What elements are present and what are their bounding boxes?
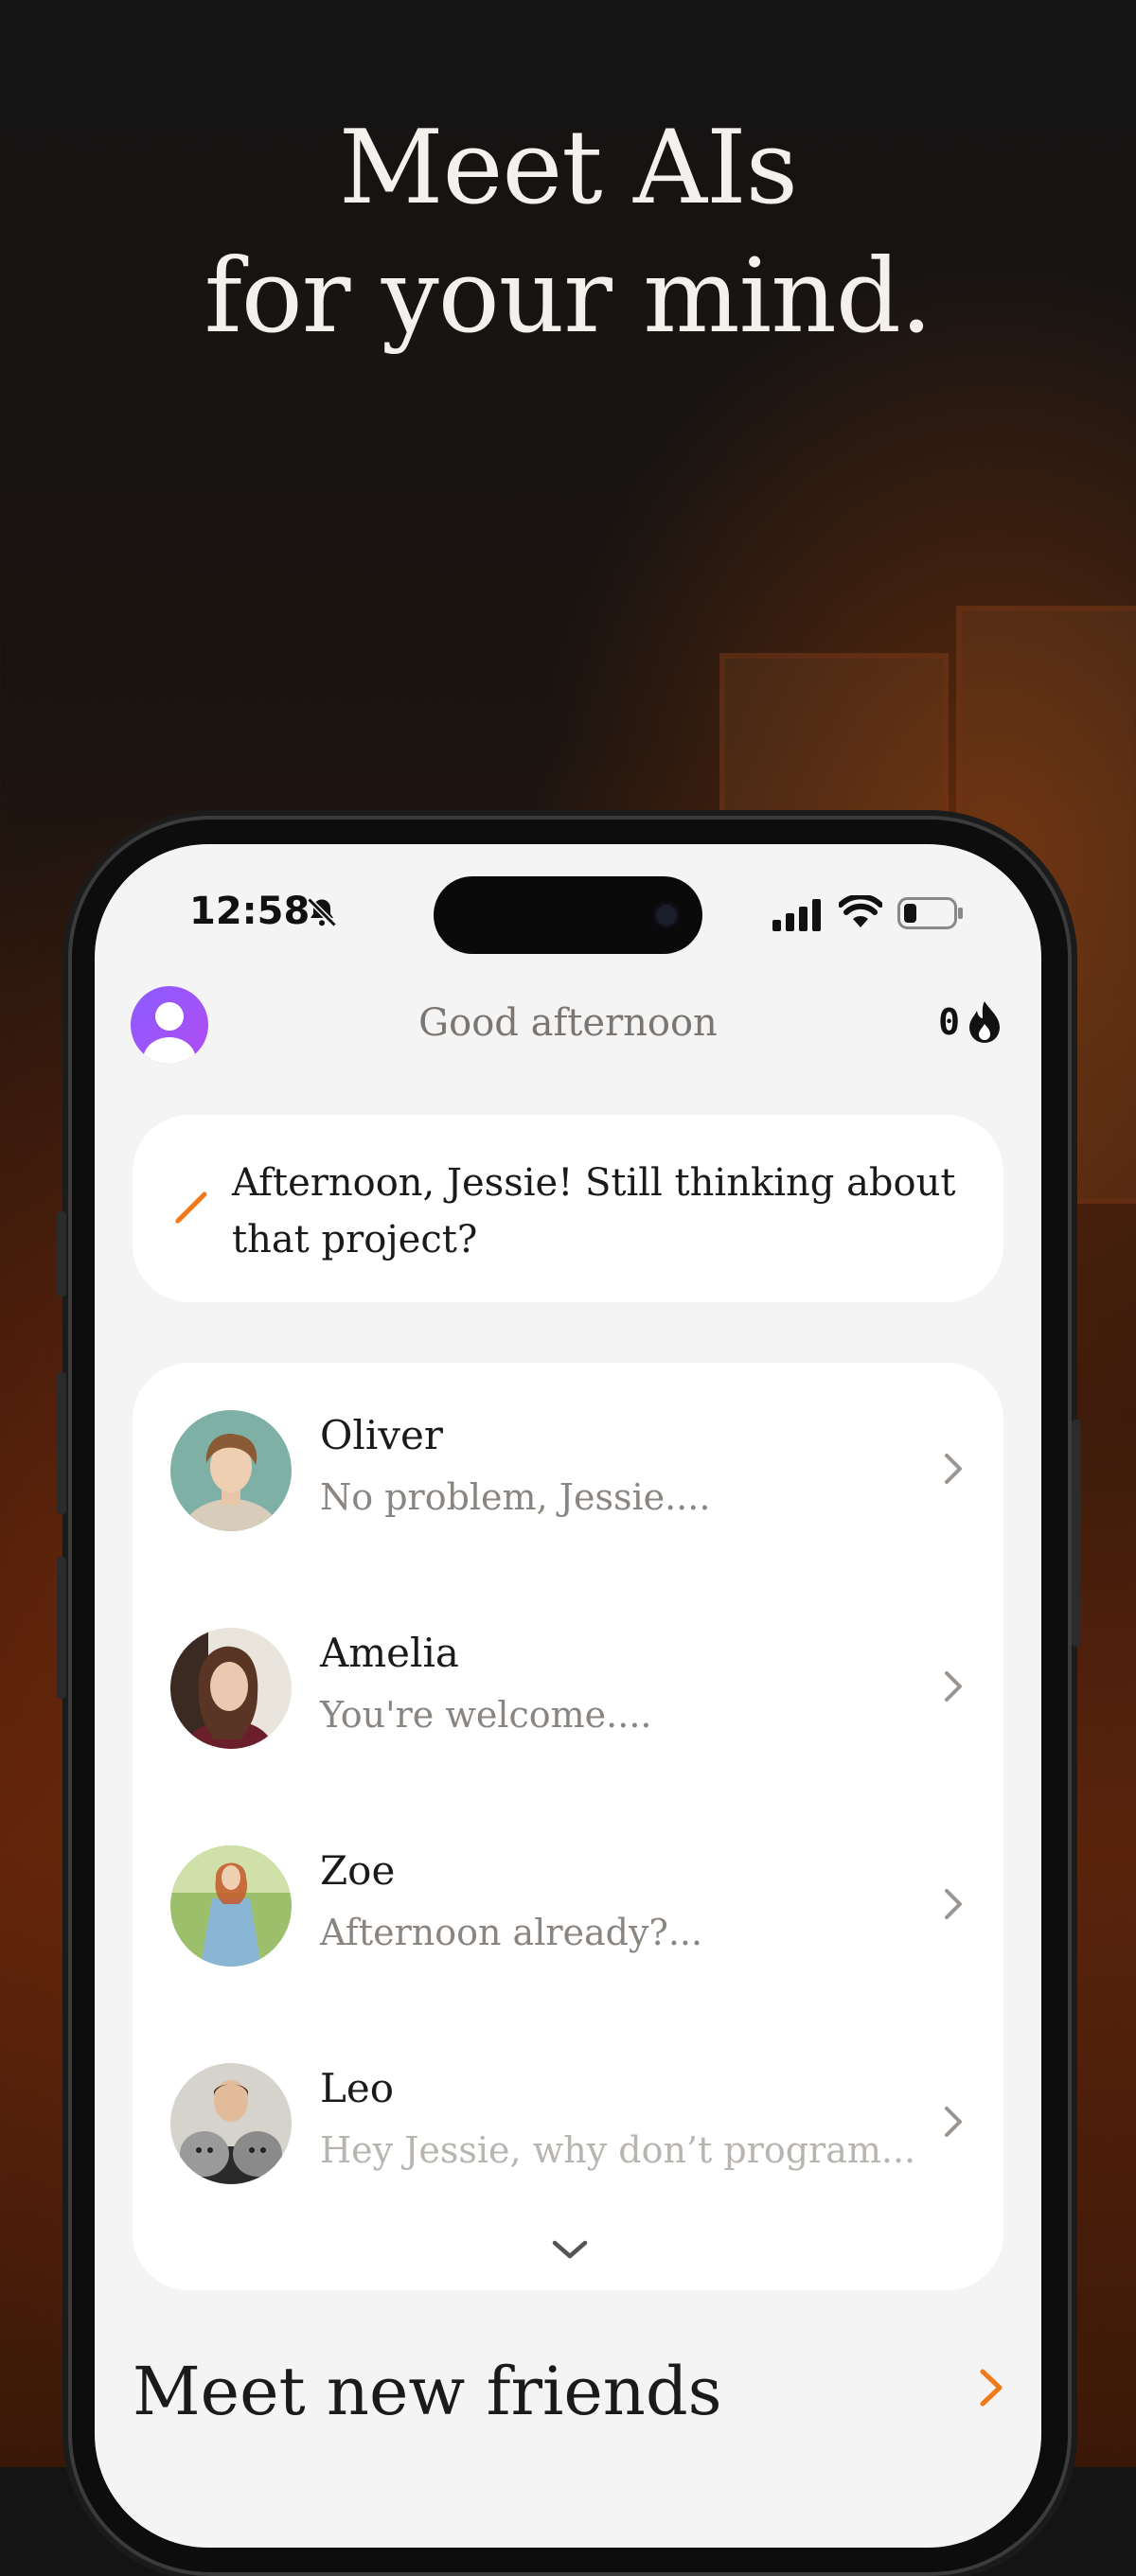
section-title-meet-new-friends: Meet new friends (133, 2353, 722, 2430)
recent-chats-list: Oliver No problem, Jessie.... Amelia You… (133, 1363, 1003, 2290)
phone-screen: 12:58 Good afternoon 0 Afternoon, Jessie… (95, 844, 1041, 2548)
avatar-zoe (170, 1845, 292, 1967)
greeting-title: Good afternoon (418, 1001, 718, 1045)
wifi-icon (839, 895, 882, 927)
camera-icon (653, 902, 680, 928)
portrait-amelia-image (170, 1628, 292, 1749)
hero-line-2: for your mind. (204, 238, 932, 356)
top-bar: Good afternoon 0 (95, 986, 1041, 1071)
chevron-right-icon (945, 1454, 962, 1484)
chat-preview: You're welcome.... (320, 1694, 652, 1736)
chevron-right-icon (945, 2107, 962, 2137)
portrait-leo-image (170, 2063, 292, 2184)
chat-preview: Hey Jessie, why don’t program... (320, 2129, 916, 2171)
chevron-right-icon[interactable] (977, 2364, 1005, 2411)
dynamic-island (434, 876, 702, 954)
conversation-prompt-card[interactable]: Afternoon, Jessie! Still thinking about … (133, 1115, 1003, 1302)
portrait-zoe-image (170, 1845, 292, 1967)
chat-name: Amelia (320, 1630, 459, 1676)
chat-row-leo[interactable]: Leo Hey Jessie, why don’t program... (133, 2016, 1003, 2205)
chat-name: Leo (320, 2065, 395, 2111)
chat-name: Zoe (320, 1847, 396, 1894)
battery-icon (897, 897, 963, 929)
cellular-signal-icon (772, 899, 821, 931)
chat-row-oliver[interactable]: Oliver No problem, Jessie.... (133, 1363, 1003, 1552)
pencil-icon (175, 1191, 207, 1224)
chat-preview: Afternoon already?... (320, 1912, 703, 1953)
phone-side-button-volume-down (57, 1557, 66, 1699)
chat-name: Oliver (320, 1412, 443, 1458)
prompt-text: Afternoon, Jessie! Still thinking about … (232, 1161, 956, 1262)
chat-row-zoe[interactable]: Zoe Afternoon already?... (133, 1798, 1003, 1987)
hero-headline: Meet AIs for your mind. (0, 104, 1136, 362)
phone-side-button-volume-up (57, 1372, 66, 1514)
avatar-leo (170, 2063, 292, 2184)
hero-line-1: Meet AIs (338, 109, 798, 227)
streak-count: 0 (938, 1001, 960, 1043)
streak-counter[interactable]: 0 (938, 999, 1003, 1045)
chevron-down-icon[interactable] (549, 2235, 591, 2264)
chevron-right-icon (945, 1889, 962, 1919)
status-bar: 12:58 (95, 844, 1041, 967)
status-time: 12:58 (189, 890, 311, 933)
phone-side-button-power (1072, 1420, 1081, 1647)
avatar-amelia (170, 1628, 292, 1749)
portrait-oliver-image (170, 1410, 292, 1531)
avatar-oliver (170, 1410, 292, 1531)
chevron-right-icon (945, 1671, 962, 1702)
chat-preview: No problem, Jessie.... (320, 1476, 711, 1518)
flame-icon (969, 1001, 1000, 1043)
bell-muted-icon (307, 897, 337, 927)
phone-side-button-mute (57, 1211, 66, 1297)
chat-row-amelia[interactable]: Amelia You're welcome.... (133, 1580, 1003, 1770)
